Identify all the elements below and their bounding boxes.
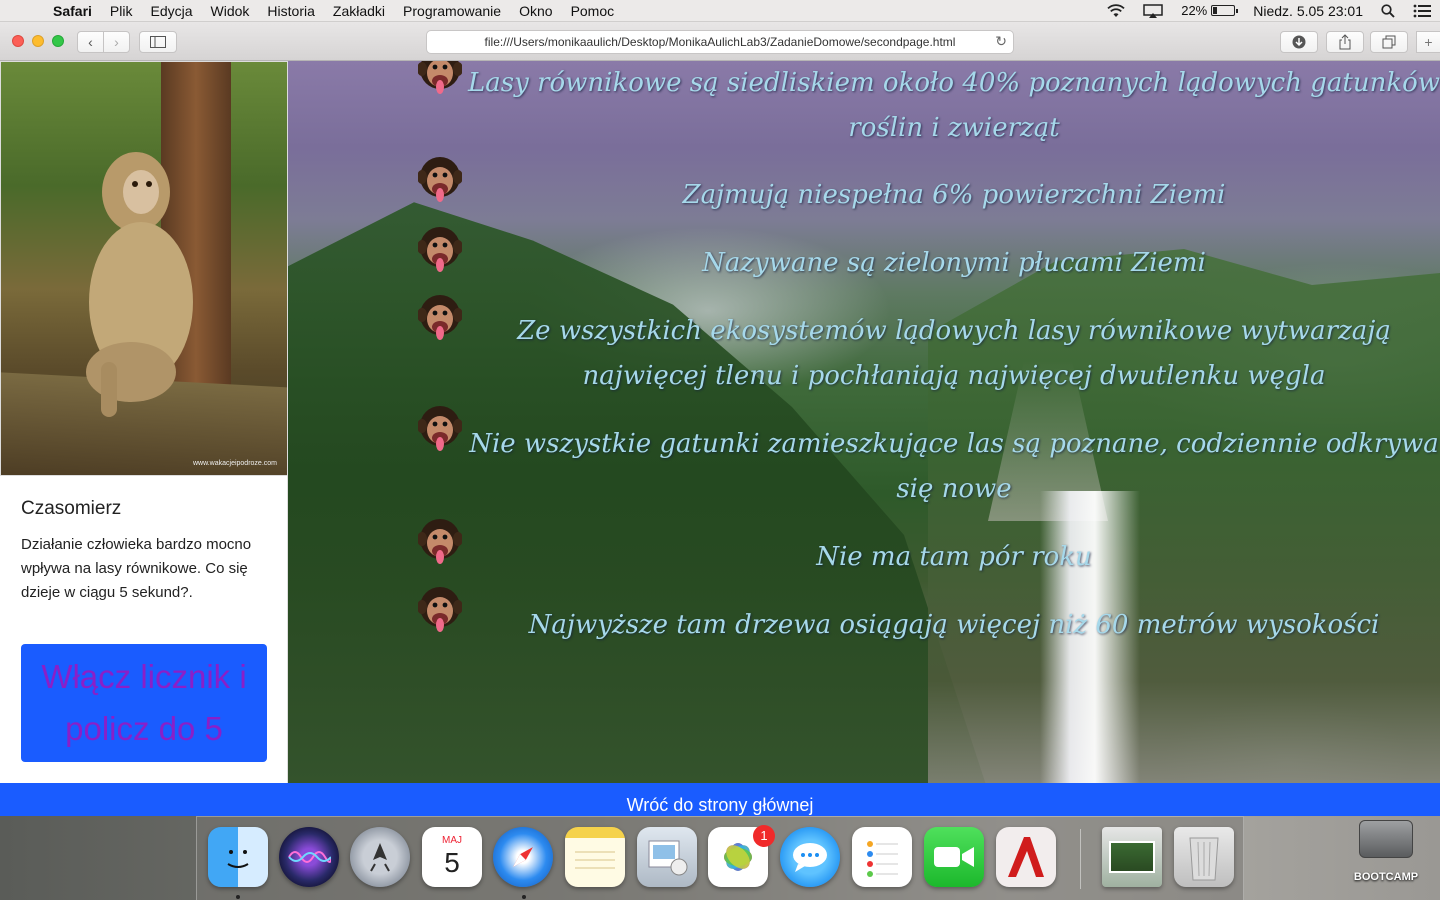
fact-text: Ze wszystkich ekosystemów lądowych lasy …	[517, 316, 1391, 391]
menu-historia[interactable]: Historia	[258, 3, 323, 19]
menu-plik[interactable]: Plik	[101, 3, 142, 19]
tabs-icon	[1382, 35, 1396, 49]
calendar-icon[interactable]: MAJ 5	[422, 827, 482, 887]
launchpad-icon[interactable]	[350, 827, 410, 887]
browser-toolbar: ‹ › file:///Users/monikaaulich/Desktop/M…	[0, 22, 1440, 61]
autocad-icon[interactable]	[996, 827, 1056, 887]
timer-title: Czasomierz	[21, 498, 122, 519]
reload-icon[interactable]: ↻	[995, 33, 1007, 50]
bootcamp-drive[interactable]: BOOTCAMP	[1350, 816, 1422, 886]
web-page: Lasy równikowe są siedliskiem około 40% …	[0, 61, 1440, 816]
chimp-bullet-icon	[417, 61, 463, 95]
timer-card: Czasomierz Działanie człowieka bardzo mo…	[0, 476, 288, 783]
battery-percent: 22%	[1181, 3, 1208, 18]
fact-text: Najwyższe tam drzewa osiągają więcej niż…	[528, 610, 1380, 640]
download-icon	[1292, 35, 1306, 49]
monkey-photo: www.wakacjeipodroze.com	[0, 61, 288, 476]
hard-drive-icon	[1359, 820, 1413, 858]
jungle-background-image: Lasy równikowe są siedliskiem około 40% …	[288, 61, 1440, 783]
start-timer-button[interactable]: Włącz licznik i policz do 5	[21, 644, 267, 762]
downloads-button[interactable]	[1280, 31, 1318, 53]
messages-icon[interactable]	[780, 827, 840, 887]
show-sidebar-button[interactable]	[139, 31, 177, 53]
monkey-figure	[86, 152, 193, 417]
chevron-left-icon: ‹	[88, 34, 93, 50]
sidebar-icon	[150, 36, 166, 48]
downloads-thumbnail	[1109, 841, 1155, 873]
chimp-bullet-icon	[417, 293, 463, 341]
menu-okno[interactable]: Okno	[510, 3, 561, 19]
dock: MAJ 5 1	[196, 816, 1244, 900]
clock[interactable]: Niedz. 5.05 23:01	[1244, 3, 1372, 19]
battery-level	[1213, 7, 1218, 14]
url-text: file:///Users/monikaaulich/Desktop/Monik…	[484, 35, 956, 49]
calendar-day: 5	[444, 847, 460, 878]
airplay-icon[interactable]	[1134, 3, 1172, 18]
show-all-tabs-button[interactable]	[1370, 31, 1408, 53]
share-icon	[1339, 34, 1351, 50]
photo-credit: www.wakacjeipodroze.com	[192, 460, 277, 467]
menu-bar: Safari Plik Edycja Widok Historia Zakład…	[0, 0, 1440, 22]
menu-pomoc[interactable]: Pomoc	[562, 3, 624, 19]
dock-separator	[1080, 829, 1081, 889]
back-to-home-link[interactable]: Wróć do strony głównej	[0, 783, 1440, 816]
battery-icon	[1211, 5, 1239, 16]
facetime-icon[interactable]	[924, 827, 984, 887]
finder-icon[interactable]	[208, 827, 268, 887]
reminders-icon[interactable]	[852, 827, 912, 887]
chevron-right-icon: ›	[114, 34, 119, 50]
running-indicator	[522, 895, 526, 899]
downloads-stack-icon[interactable]	[1102, 827, 1162, 887]
menu-zakladki[interactable]: Zakładki	[324, 3, 394, 19]
fact-text: Zajmują niespełna 6% powierzchni Ziemi	[682, 180, 1226, 210]
safari-icon[interactable]	[493, 827, 553, 887]
close-window-button[interactable]	[12, 35, 24, 47]
fact-text: Nie wszystkie gatunki zamieszkujące las …	[469, 429, 1439, 504]
address-bar[interactable]: file:///Users/monikaaulich/Desktop/Monik…	[426, 30, 1014, 54]
facts-list: Lasy równikowe są siedliskiem około 40% …	[288, 61, 1440, 783]
chimp-bullet-icon	[417, 585, 463, 633]
calendar-month: MAJ	[442, 835, 462, 846]
fact-text: Lasy równikowe są siedliskiem około 40% …	[468, 68, 1440, 143]
running-indicator	[236, 895, 240, 899]
forward-button[interactable]: ›	[103, 31, 130, 53]
chimp-bullet-icon	[417, 155, 463, 203]
siri-icon[interactable]	[279, 827, 339, 887]
menu-programowanie[interactable]: Programowanie	[394, 3, 510, 19]
menu-edycja[interactable]: Edycja	[141, 3, 201, 19]
notes-icon[interactable]	[565, 827, 625, 887]
notification-center-icon[interactable]	[1404, 4, 1440, 18]
chimp-bullet-icon	[417, 404, 463, 452]
photos-petal	[721, 840, 755, 874]
fact-text: Nazywane są zielonymi płucami Ziemi	[702, 248, 1206, 278]
menu-app-name[interactable]: Safari	[44, 3, 101, 19]
new-tab-button[interactable]: +	[1416, 31, 1440, 53]
plus-icon: +	[1424, 34, 1433, 50]
fact-text: Nie ma tam pór roku	[816, 542, 1092, 572]
minimize-window-button[interactable]	[32, 35, 44, 47]
preview-icon[interactable]	[637, 827, 697, 887]
trash-icon[interactable]	[1174, 827, 1234, 887]
timer-description: Działanie człowieka bardzo mocno wpływa …	[21, 536, 252, 601]
battery-indicator[interactable]: 22%	[1172, 3, 1244, 18]
chimp-bullet-icon	[417, 225, 463, 273]
photos-badge: 1	[753, 825, 775, 847]
wifi-icon[interactable]	[1098, 3, 1134, 18]
bootcamp-label: BOOTCAMP	[1353, 871, 1419, 883]
fullscreen-window-button[interactable]	[52, 35, 64, 47]
share-button[interactable]	[1326, 31, 1364, 53]
spotlight-search-icon[interactable]	[1372, 3, 1404, 18]
menu-widok[interactable]: Widok	[202, 3, 259, 19]
back-button[interactable]: ‹	[77, 31, 104, 53]
chimp-bullet-icon	[417, 517, 463, 565]
